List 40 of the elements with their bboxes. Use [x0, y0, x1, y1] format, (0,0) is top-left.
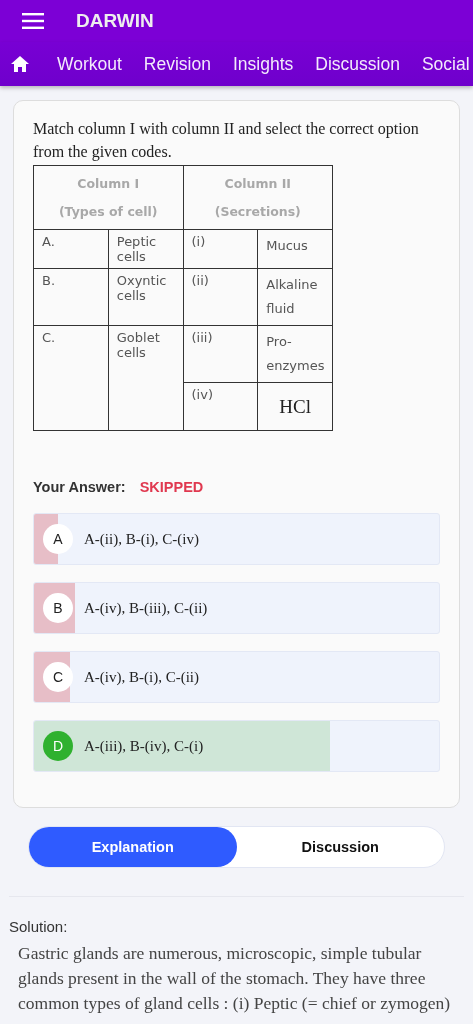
- table-cell: Goblet cells: [108, 325, 183, 431]
- table-cell: HCl: [257, 382, 333, 431]
- nav-tab[interactable]: Revision: [143, 53, 211, 75]
- table-cell: A.: [33, 229, 109, 269]
- table-cell: Alkaline fluid: [257, 268, 333, 326]
- table-cell: (iii): [183, 325, 258, 383]
- option-letter: A: [43, 524, 73, 554]
- question-text: Match column I with column II and select the correct option from the given codes.: [33, 119, 420, 163]
- table-cell: Oxyntic cells: [108, 268, 183, 326]
- table-cell: Mucus: [257, 229, 333, 269]
- answer-option[interactable]: D A-(iii), B-(iv), C-(i): [33, 720, 440, 772]
- app-title: DARWIN: [76, 10, 154, 32]
- answer-status: SKIPPED: [139, 479, 204, 495]
- answer-option[interactable]: A A-(ii), B-(i), C-(iv): [33, 513, 440, 565]
- option-text: A-(iv), B-(i), C-(ii): [84, 668, 199, 686]
- option-text: A-(iv), B-(iii), C-(ii): [84, 599, 208, 617]
- option-text: A-(ii), B-(i), C-(iv): [84, 530, 199, 548]
- table-cell: (i): [183, 229, 258, 269]
- table-header: Column I (Types of cell): [33, 165, 183, 230]
- nav-tab[interactable]: Discussion: [315, 53, 400, 75]
- option-text: A-(iii), B-(iv), C-(i): [84, 737, 204, 755]
- solution-text: Gastric glands are numerous, microscopic, simple tubular glands present in the wall of the stomach. They have three common types of gland cells : (i) Peptic (= chief or zymogen): [18, 942, 452, 1015]
- menu-icon[interactable]: [22, 13, 44, 29]
- table-cell: (ii): [183, 268, 258, 326]
- nav-tab[interactable]: Insights: [232, 53, 294, 75]
- table-cell: (iv): [183, 382, 258, 431]
- home-icon[interactable]: [11, 56, 29, 72]
- segment-tab[interactable]: Discussion: [236, 827, 444, 867]
- nav-tab[interactable]: Social: [421, 53, 470, 75]
- solution-heading: Solution:: [9, 918, 69, 935]
- table-cell: Pro-enzymes: [257, 325, 333, 383]
- segment-tab[interactable]: Explanation: [29, 827, 237, 867]
- table-cell: C.: [33, 325, 109, 431]
- table-cell: Peptic cells: [108, 229, 183, 269]
- answer-label: Your Answer:: [33, 479, 126, 495]
- nav-tab[interactable]: Workout: [57, 53, 122, 75]
- table-cell: B.: [33, 268, 109, 326]
- table-header: Column II (Secretions): [183, 165, 333, 230]
- answer-option[interactable]: C A-(iv), B-(i), C-(ii): [33, 651, 440, 703]
- answer-option[interactable]: B A-(iv), B-(iii), C-(ii): [33, 582, 440, 634]
